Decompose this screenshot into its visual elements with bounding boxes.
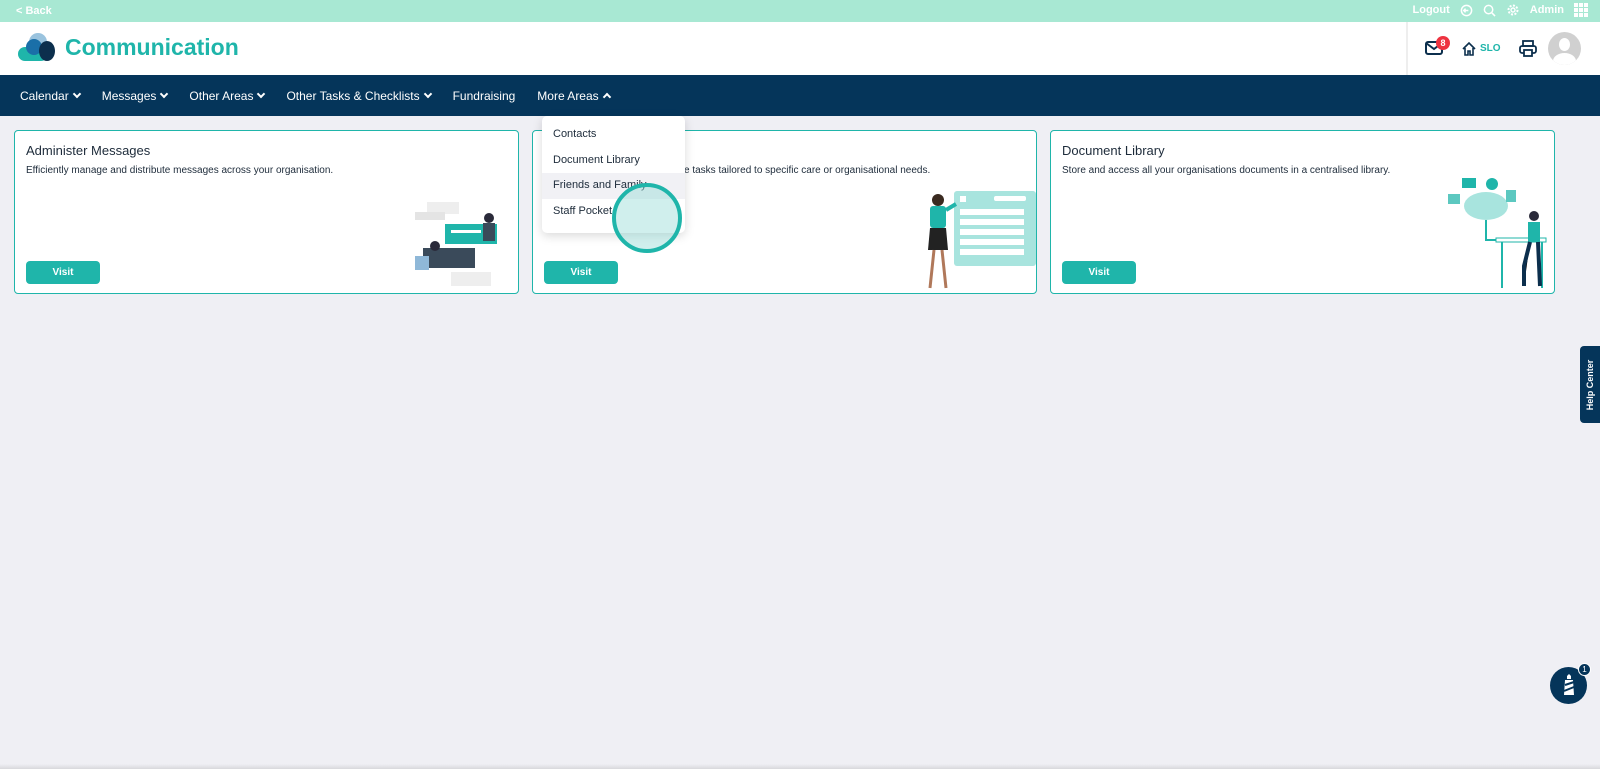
nav-label: Calendar <box>20 88 69 103</box>
logout-icon[interactable] <box>1460 4 1473 17</box>
nav-fundraising[interactable]: Fundraising <box>453 89 516 103</box>
mail-count-badge: 8 <box>1436 35 1450 50</box>
card-administer-messages: Administer Messages Efficiently manage a… <box>14 130 519 294</box>
help-center-tab[interactable]: Help Center <box>1580 346 1600 423</box>
chevron-down-icon <box>72 89 81 98</box>
nav-messages[interactable]: Messages <box>101 88 169 103</box>
header: Communication 8 SLO <box>0 22 1600 75</box>
logout-link[interactable]: Logout <box>1413 4 1450 16</box>
nav-label: Messages <box>101 88 157 103</box>
dropdown-item-contacts[interactable]: Contacts <box>542 122 685 148</box>
chevron-down-icon <box>423 89 432 98</box>
chevron-up-icon <box>602 92 611 102</box>
back-link[interactable]: < Back <box>16 5 52 17</box>
home-label: SLO <box>1480 43 1501 54</box>
visit-button[interactable]: Visit <box>26 261 100 284</box>
home-button[interactable]: SLO <box>1461 41 1501 57</box>
dropdown-item-document-library[interactable]: Document Library <box>542 148 685 174</box>
nav-label: Other Tasks & Checklists <box>286 88 420 103</box>
messages-illustration <box>415 202 497 286</box>
card-description: Efficiently manage and distribute messag… <box>26 165 334 176</box>
print-icon[interactable] <box>1518 40 1537 57</box>
home-icon <box>1462 41 1476 56</box>
nav-label: Other Areas <box>189 88 254 103</box>
card-description: Store and access all your organisations … <box>1062 165 1391 176</box>
nav-calendar[interactable]: Calendar <box>20 88 81 103</box>
card-title: Document Library <box>1062 143 1165 158</box>
gear-icon[interactable] <box>1506 3 1520 17</box>
chevron-down-icon <box>160 89 169 98</box>
tasks-illustration <box>928 191 1036 289</box>
app-logo-icon <box>18 33 55 61</box>
top-bar: < Back Logout Admin <box>0 0 1600 22</box>
nav-more-areas[interactable]: More Areas <box>537 88 611 103</box>
search-icon[interactable] <box>1483 4 1496 17</box>
page-title: Communication <box>65 34 239 60</box>
nav-other-areas[interactable]: Other Areas <box>189 88 266 103</box>
document-library-illustration <box>1448 178 1547 288</box>
user-name[interactable]: Admin <box>1530 4 1564 16</box>
user-avatar[interactable] <box>1547 32 1581 65</box>
help-center-label: Help Center <box>1585 359 1595 410</box>
bottom-edge <box>0 764 1600 769</box>
chevron-down-icon <box>257 89 266 98</box>
nav-other-tasks[interactable]: Other Tasks & Checklists <box>286 88 432 103</box>
nav-label: More Areas <box>537 88 599 103</box>
messages-button[interactable]: 8 <box>1425 35 1450 61</box>
click-indicator <box>612 183 682 253</box>
card-document-library: Document Library Store and access all yo… <box>1050 130 1555 294</box>
chat-count-badge: 1 <box>1578 663 1591 676</box>
main-nav: Calendar Messages Other Areas Other Task… <box>0 75 1600 116</box>
divider <box>1406 22 1408 75</box>
visit-button[interactable]: Visit <box>1062 261 1136 284</box>
apps-grid-icon[interactable] <box>1574 3 1588 17</box>
card-title: Administer Messages <box>26 143 151 158</box>
chat-widget-button[interactable]: 1 <box>1550 663 1591 704</box>
card-description: e tasks tailored to specific care or org… <box>684 165 931 176</box>
nav-label: Fundraising <box>452 88 516 103</box>
visit-button[interactable]: Visit <box>544 261 618 284</box>
